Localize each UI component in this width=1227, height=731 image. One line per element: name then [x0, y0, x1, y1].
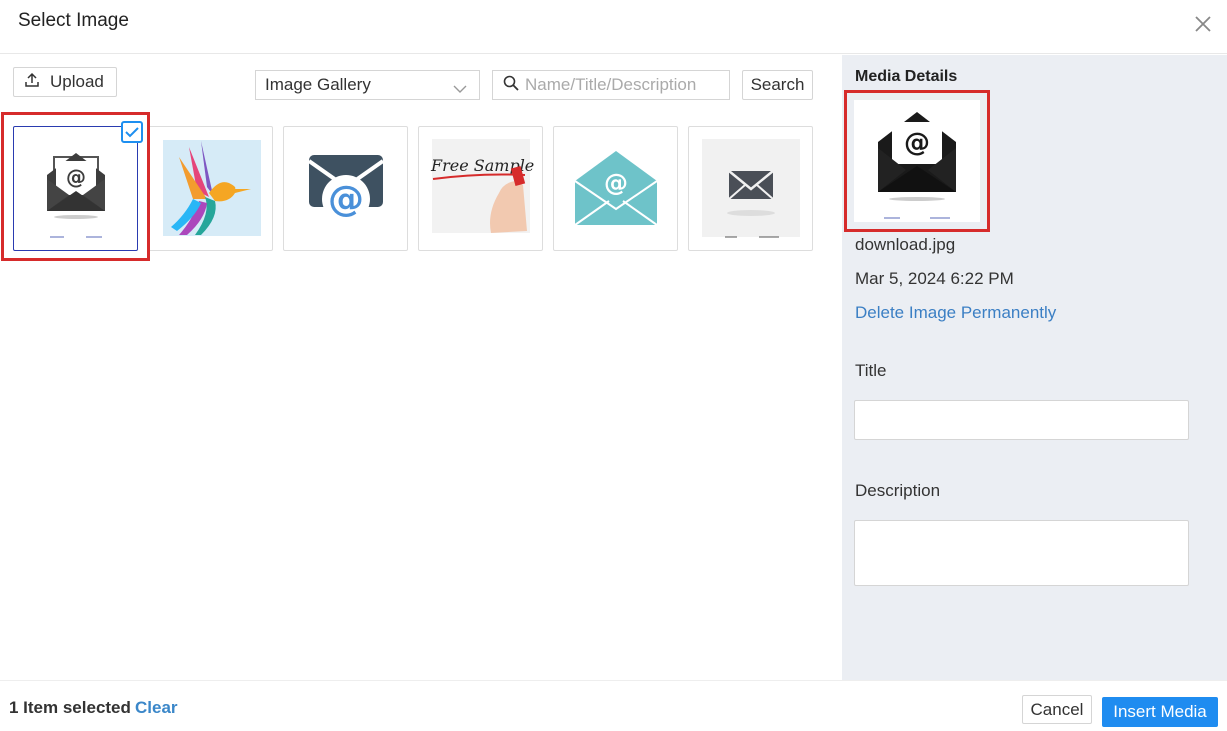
media-preview: @: [854, 100, 980, 222]
upload-button[interactable]: Upload: [13, 67, 117, 97]
upload-label: Upload: [50, 72, 104, 91]
search-input[interactable]: [525, 75, 725, 95]
title-input[interactable]: [854, 400, 1189, 440]
description-textarea[interactable]: [854, 520, 1189, 586]
title-label: Title: [855, 361, 887, 380]
email-at-icon: @: [307, 155, 385, 223]
gallery-item-email-teal[interactable]: @: [553, 126, 678, 251]
media-filename: download.jpg: [855, 235, 956, 254]
dialog-footer: 1 Item selected Clear Cancel Insert Medi…: [0, 680, 1227, 731]
media-preview-highlight: @: [844, 90, 990, 232]
dialog-header: Select Image: [0, 0, 1227, 54]
checkbox-checked-icon[interactable]: [121, 121, 143, 143]
close-icon[interactable]: [1188, 10, 1218, 38]
gallery-item-hummingbird[interactable]: [148, 126, 273, 251]
dialog-title: Select Image: [18, 10, 129, 31]
svg-text:@: @: [66, 165, 86, 189]
description-label: Description: [855, 481, 941, 500]
selected-count: 1 Item selected: [9, 698, 131, 717]
insert-media-button[interactable]: Insert Media: [1102, 697, 1218, 727]
gallery-item-download[interactable]: @: [13, 126, 138, 251]
svg-text:@: @: [604, 169, 628, 197]
email-open-at-icon: @: [47, 153, 105, 238]
gallery-select-value: Image Gallery: [265, 75, 371, 94]
clear-selection-link[interactable]: Clear: [135, 698, 178, 718]
hummingbird-icon: [163, 140, 261, 236]
envelope-icon: [702, 139, 800, 238]
upload-icon: [24, 72, 40, 93]
media-details-panel: Media Details @ download.jpg Mar 5, 2024…: [842, 55, 1227, 680]
delete-image-link[interactable]: Delete Image Permanently: [855, 303, 1056, 323]
email-open-at-icon: @: [878, 112, 956, 219]
cancel-button[interactable]: Cancel: [1022, 695, 1092, 724]
media-date: Mar 5, 2024 6:22 PM: [855, 269, 1014, 288]
gallery-item-email-at[interactable]: @: [283, 126, 408, 251]
chevron-down-icon: [453, 79, 467, 99]
gallery-select[interactable]: Image Gallery: [255, 70, 480, 100]
search-field: [492, 70, 730, 100]
svg-text:@: @: [904, 128, 930, 158]
email-teal-icon: @: [574, 151, 658, 226]
gallery-item-free-sample[interactable]: Free Sample: [418, 126, 543, 251]
gallery-item-envelope[interactable]: [688, 126, 813, 251]
search-icon: [503, 75, 519, 96]
gallery-panel: Upload Image Gallery Search @: [0, 55, 842, 680]
search-button[interactable]: Search: [742, 70, 813, 100]
svg-text:@: @: [328, 179, 364, 220]
media-details-heading: Media Details: [855, 68, 958, 85]
